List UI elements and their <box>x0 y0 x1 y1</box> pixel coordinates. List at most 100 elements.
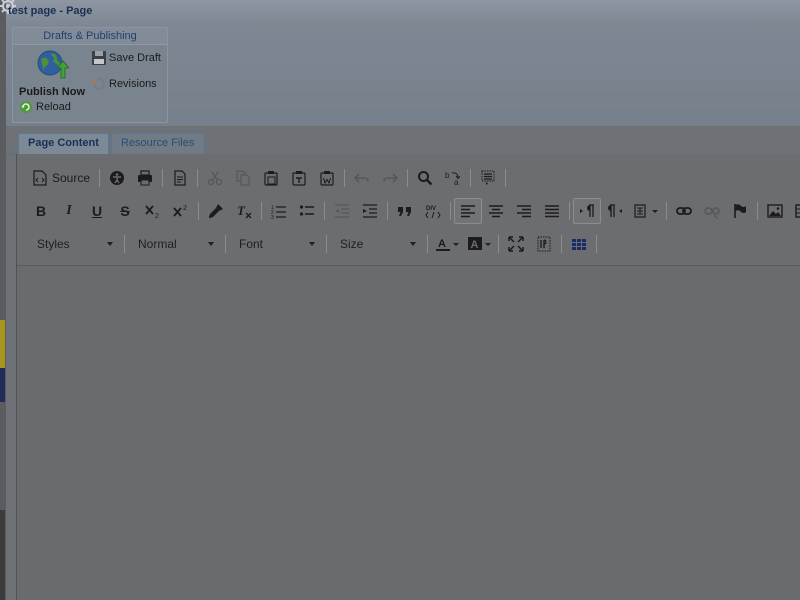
select-all-button[interactable] <box>474 165 502 191</box>
save-draft-label: Save Draft <box>109 52 161 64</box>
svg-text:3: 3 <box>271 215 274 219</box>
select-all-icon <box>481 170 495 185</box>
templates-button[interactable] <box>166 165 194 191</box>
underline-button[interactable]: U <box>83 198 111 224</box>
numbered-list-button[interactable]: 1 2 3 <box>265 198 293 224</box>
reload-button[interactable]: Reload <box>19 100 71 114</box>
blockquote-button[interactable] <box>391 198 419 224</box>
show-blocks-button[interactable] <box>530 231 558 257</box>
format-dropdown[interactable]: Normal <box>128 233 222 255</box>
text-color-button[interactable]: A <box>431 231 463 257</box>
undo-icon <box>354 173 369 183</box>
source-button[interactable]: Source <box>27 165 96 191</box>
print-button[interactable] <box>131 165 159 191</box>
bold-button[interactable]: B <box>27 198 55 224</box>
paste-text-button[interactable] <box>285 165 313 191</box>
tab-resource-files[interactable]: Resource Files <box>111 133 205 154</box>
styles-dropdown[interactable]: Styles <box>27 233 121 255</box>
separator <box>470 169 472 187</box>
maximize-button[interactable] <box>502 231 530 257</box>
superscript-icon: 2 <box>173 205 187 217</box>
text-direction-rtl-icon <box>608 204 622 217</box>
font-dropdown-label: Font <box>239 237 264 251</box>
remove-format-button[interactable]: T <box>230 198 258 224</box>
language-button[interactable] <box>629 198 663 224</box>
unlink-button[interactable] <box>698 198 726 224</box>
strikethrough-button[interactable]: S <box>111 198 139 224</box>
link-button[interactable] <box>670 198 698 224</box>
separator <box>505 169 507 187</box>
text-direction-rtl-button[interactable] <box>601 198 629 224</box>
chevron-down-icon <box>208 242 214 246</box>
italic-button[interactable]: I <box>55 198 83 224</box>
tab-page-content[interactable]: Page Content <box>18 133 109 155</box>
background-accent-dark <box>0 510 5 600</box>
paste-button[interactable] <box>257 165 285 191</box>
cut-button[interactable] <box>201 165 229 191</box>
image-button[interactable] <box>761 198 789 224</box>
separator <box>387 202 388 220</box>
copy-formatting-button[interactable] <box>202 198 230 224</box>
svg-text:2: 2 <box>183 205 187 212</box>
div-container-icon: DIV <box>425 206 441 219</box>
chevron-down-icon <box>309 242 315 246</box>
separator <box>561 235 562 253</box>
maximize-icon <box>508 236 524 252</box>
revisions-button[interactable]: Revisions <box>91 76 157 92</box>
scissors-icon <box>207 171 223 186</box>
chevron-down-icon <box>652 209 658 213</box>
align-left-button[interactable] <box>454 198 482 224</box>
bulleted-list-button[interactable] <box>293 198 321 224</box>
show-grid-button[interactable] <box>565 231 593 257</box>
text-color-icon: A <box>436 238 450 251</box>
align-center-icon <box>489 205 503 218</box>
subscript-button[interactable]: 2 <box>139 198 167 224</box>
document-icon <box>174 170 186 186</box>
size-dropdown[interactable]: Size <box>330 233 424 255</box>
editor-toolbar: Source b a B I U S 2 2 T 1 2 3 DIV Style… <box>17 154 800 266</box>
globe-publish-icon <box>37 50 69 79</box>
separator <box>569 202 570 220</box>
copy-icon <box>236 170 250 186</box>
bulleted-list-icon <box>299 205 314 216</box>
separator <box>427 235 428 253</box>
ribbon: Drafts & Publishing Publish Now Save Dra… <box>6 24 800 127</box>
font-dropdown[interactable]: Font <box>229 233 323 255</box>
chevron-down-icon <box>453 242 459 246</box>
div-container-button[interactable]: DIV <box>419 198 447 224</box>
anchor-button[interactable] <box>726 198 754 224</box>
increase-indent-button[interactable] <box>356 198 384 224</box>
decrease-indent-button[interactable] <box>328 198 356 224</box>
find-button[interactable] <box>411 165 439 191</box>
publish-now-button[interactable]: Publish Now <box>17 48 87 98</box>
editor-content-area[interactable] <box>17 266 800 600</box>
separator <box>498 235 499 253</box>
paste-word-button[interactable] <box>313 165 341 191</box>
revisions-label: Revisions <box>109 78 157 90</box>
printer-icon <box>138 170 153 186</box>
align-center-button[interactable] <box>482 198 510 224</box>
remove-format-icon: T <box>237 203 252 219</box>
save-draft-button[interactable]: Save Draft <box>91 50 161 66</box>
toolbar-row-3: Styles Normal Font Size A A <box>27 231 600 257</box>
redo-button[interactable] <box>376 165 404 191</box>
image-icon <box>767 204 783 218</box>
undo-button[interactable] <box>348 165 376 191</box>
grid-icon <box>572 239 586 250</box>
justify-button[interactable] <box>538 198 566 224</box>
text-direction-ltr-button[interactable] <box>573 198 601 224</box>
replace-button[interactable]: b a <box>439 165 467 191</box>
accessibility-button[interactable] <box>103 165 131 191</box>
align-right-button[interactable] <box>510 198 538 224</box>
table-button[interactable] <box>789 198 800 224</box>
superscript-button[interactable]: 2 <box>167 198 195 224</box>
reload-icon <box>20 101 32 113</box>
format-dropdown-label: Normal <box>138 237 177 251</box>
text-direction-ltr-icon <box>580 204 594 217</box>
paintbrush-icon <box>209 204 223 218</box>
tab-bar: Page Content Resource Files <box>6 126 800 155</box>
copy-button[interactable] <box>229 165 257 191</box>
styles-dropdown-label: Styles <box>37 237 70 251</box>
background-color-button[interactable]: A <box>463 231 495 257</box>
flag-icon <box>734 204 746 218</box>
